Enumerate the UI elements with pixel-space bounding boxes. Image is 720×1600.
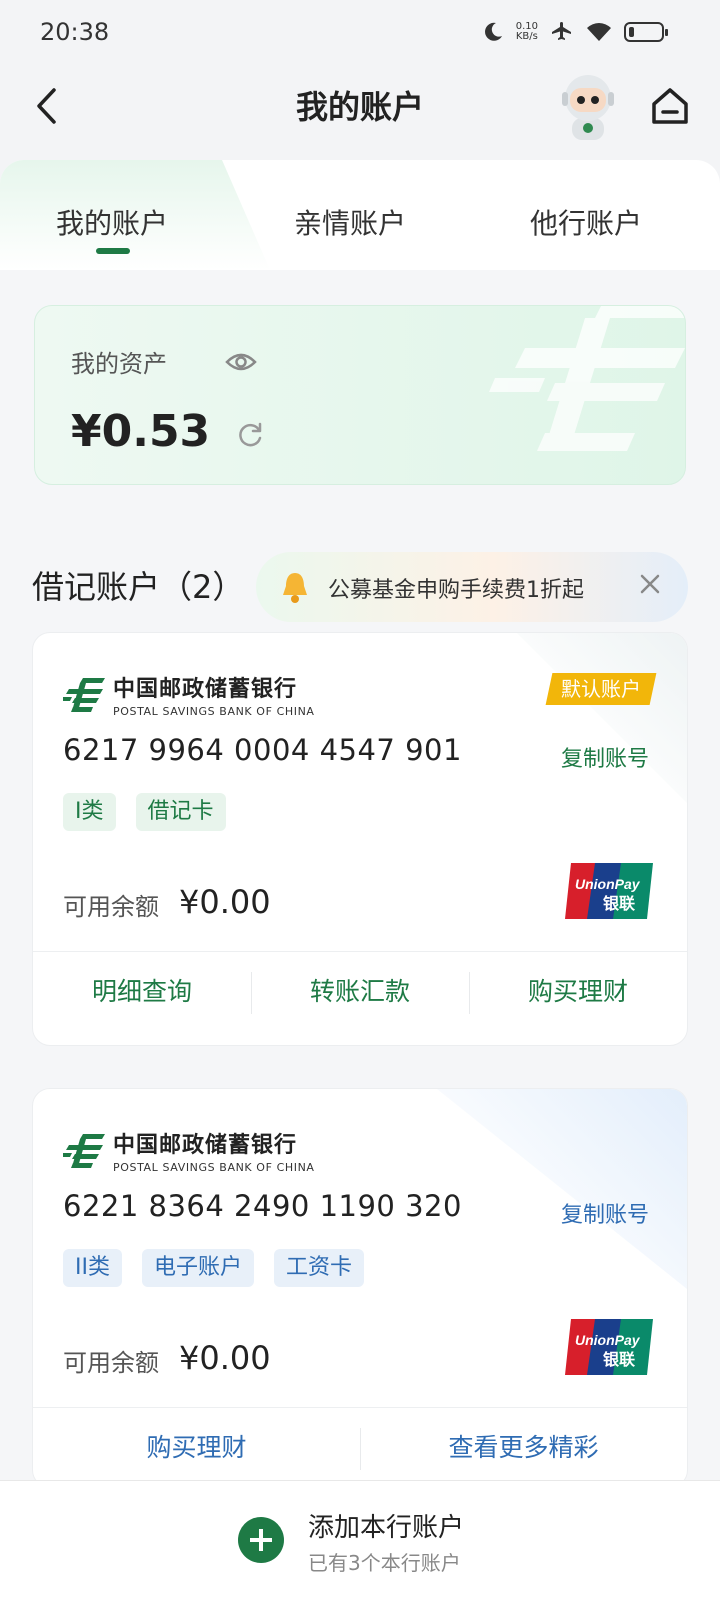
wifi-icon [587, 23, 611, 41]
refresh-icon[interactable] [235, 420, 265, 450]
card-number: 6221 8364 2490 1190 320 [63, 1189, 462, 1223]
balance-label: 可用余额 [63, 1349, 159, 1377]
bank-name-en: POSTAL SAVINGS BANK OF CHINA [113, 1161, 315, 1174]
promo-text: 公募基金申购手续费1折起 [328, 578, 584, 603]
svg-text:UnionPay: UnionPay [575, 876, 641, 892]
card-number: 6217 9964 0004 4547 901 [63, 733, 462, 767]
unionpay-logo: UnionPay 银联 [565, 863, 653, 919]
add-account-title: 添加本行账户 [308, 1513, 465, 1543]
postal-bank-logo-icon [63, 1133, 105, 1168]
tab-family-accounts[interactable]: 亲情账户 [294, 202, 406, 242]
balance-value: ¥0.00 [179, 1339, 271, 1377]
status-icons: 0.10 KB/s [482, 20, 668, 44]
airplane-icon [552, 22, 571, 40]
default-account-badge-label: 默认账户 [561, 677, 641, 701]
close-icon[interactable] [638, 572, 662, 596]
card-actions: 明细查询 转账汇款 购买理财 [33, 951, 687, 1045]
account-tag: 工资卡 [274, 1249, 365, 1287]
assets-label: 我的资产 [71, 350, 167, 378]
assets-amount: ¥0.53 [71, 406, 211, 457]
eye-icon[interactable] [225, 350, 257, 374]
default-account-badge: 默认账户 [545, 673, 657, 705]
copy-account-button[interactable]: 复制账号 [561, 741, 649, 773]
tab-other-bank-accounts[interactable]: 他行账户 [530, 202, 642, 242]
buy-wealth-product-button[interactable]: 购买理财 [33, 1408, 360, 1487]
transaction-details-button[interactable]: 明细查询 [33, 952, 251, 1045]
card-decoration [437, 1089, 687, 1289]
network-speed-unit: KB/s [515, 31, 538, 42]
account-tag: II类 [63, 1249, 122, 1287]
promo-banner[interactable]: 公募基金申购手续费1折起 [256, 552, 688, 622]
bank-logo: 中国邮政储蓄银行 POSTAL SAVINGS BANK OF CHINA [63, 1127, 315, 1174]
moon-icon [484, 22, 502, 41]
account-tag: I类 [63, 793, 116, 831]
add-account-subtitle: 已有3个本行账户 [308, 1551, 461, 1575]
svg-text:UnionPay: UnionPay [575, 1332, 641, 1348]
header: 我的账户 [0, 64, 720, 154]
assets-card[interactable]: 我的资产 ¥0.53 [34, 305, 686, 485]
bank-name-en: POSTAL SAVINGS BANK OF CHINA [113, 705, 315, 718]
svg-text:银联: 银联 [603, 894, 635, 913]
copy-account-button[interactable]: 复制账号 [561, 1197, 649, 1229]
account-tabs: 我的账户 亲情账户 他行账户 [0, 160, 720, 270]
card-actions: 购买理财 查看更多精彩 [33, 1407, 687, 1487]
battery-icon [624, 22, 668, 42]
account-tags: I类 借记卡 [63, 793, 226, 831]
assistant-avatar[interactable] [558, 70, 618, 142]
account-card[interactable]: 中国邮政储蓄银行 POSTAL SAVINGS BANK OF CHINA 默认… [32, 632, 688, 1046]
balance-label: 可用余额 [63, 893, 159, 921]
status-time: 20:38 [40, 18, 110, 46]
see-more-button[interactable]: 查看更多精彩 [360, 1408, 687, 1487]
bank-name-cn: 中国邮政储蓄银行 [113, 677, 298, 702]
tab-active-indicator [96, 248, 130, 254]
tab-my-accounts[interactable]: 我的账户 [56, 202, 168, 242]
add-account-bar[interactable]: 添加本行账户 已有3个本行账户 [0, 1480, 720, 1600]
account-tag: 借记卡 [135, 793, 226, 831]
transfer-button[interactable]: 转账汇款 [251, 952, 469, 1045]
account-tags: II类 电子账户 工资卡 [63, 1249, 365, 1287]
home-icon[interactable] [650, 84, 690, 128]
bank-logo: 中国邮政储蓄银行 POSTAL SAVINGS BANK OF CHINA [63, 671, 315, 718]
bank-name-cn: 中国邮政储蓄银行 [113, 1133, 298, 1158]
account-card[interactable]: 中国邮政储蓄银行 POSTAL SAVINGS BANK OF CHINA 62… [32, 1088, 688, 1488]
svg-text:银联: 银联 [603, 1350, 635, 1369]
buy-wealth-product-button[interactable]: 购买理财 [469, 952, 687, 1045]
plus-icon[interactable] [238, 1517, 284, 1563]
postal-logo-watermark [489, 306, 685, 451]
debit-accounts-title: 借记账户（2） [32, 568, 245, 606]
unionpay-logo: UnionPay 银联 [565, 1319, 653, 1375]
account-tag: 电子账户 [141, 1249, 254, 1287]
postal-bank-logo-icon [63, 677, 105, 712]
network-speed: 0.10 KB/s [516, 22, 538, 42]
card-decoration [517, 633, 687, 803]
bell-icon [283, 573, 307, 603]
status-bar: 20:38 0.10 KB/s [0, 0, 720, 64]
balance-value: ¥0.00 [179, 883, 271, 921]
